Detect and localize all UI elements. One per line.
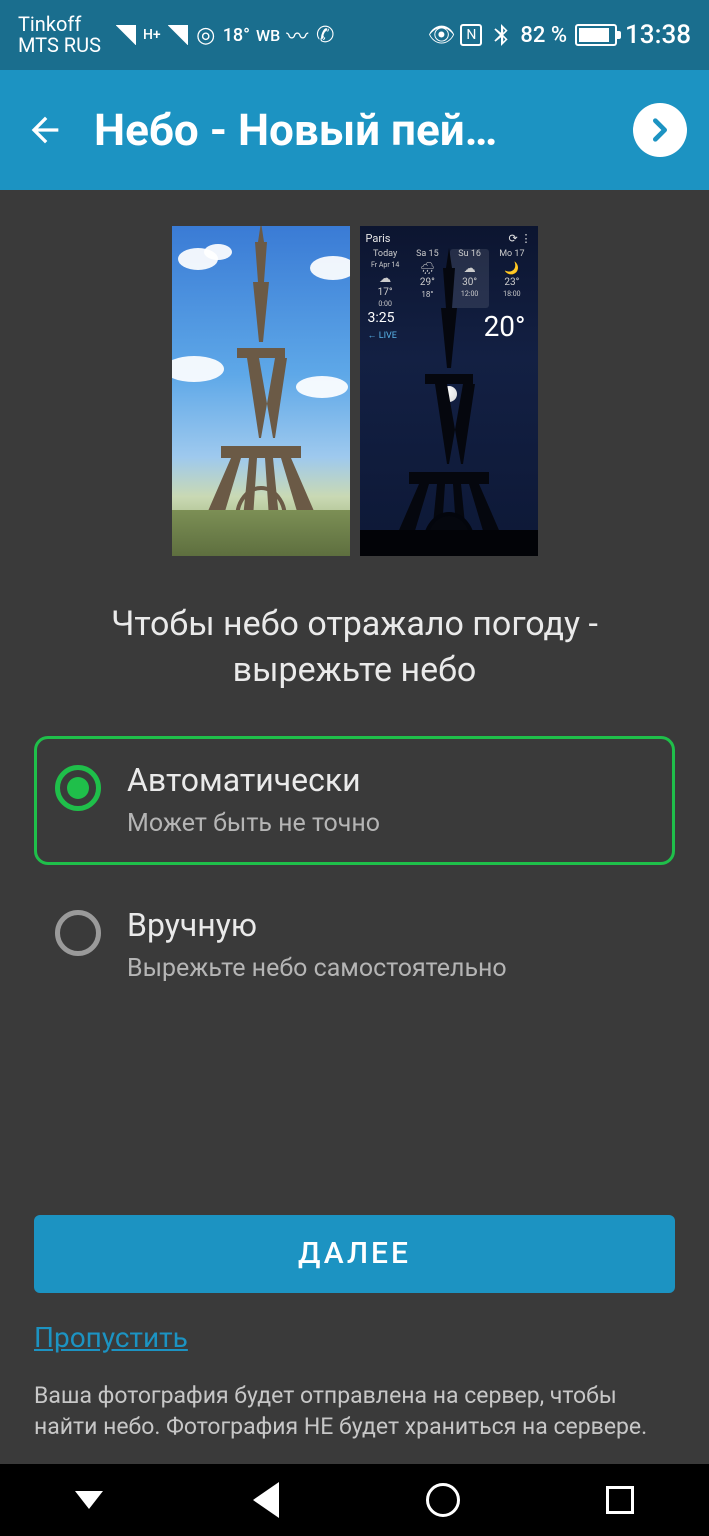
whatsapp-icon: ✆ xyxy=(314,24,336,46)
cta-label: ДАЛЕЕ xyxy=(298,1236,411,1271)
nav-recent-button[interactable] xyxy=(590,1470,650,1530)
option-manual-subtitle: Вырежьте небо самостоятельно xyxy=(127,954,507,983)
option-manual[interactable]: Вручную Вырежьте небо самостоятельно xyxy=(34,881,675,1010)
instruction-heading: Чтобы небо отражало погоду - вырежьте не… xyxy=(34,584,675,736)
option-manual-title: Вручную xyxy=(127,906,507,944)
eye-icon: 👁 xyxy=(430,24,452,46)
wb-label: WB xyxy=(256,26,280,45)
content-area: Paris ⟳ ⋮ TodayFr Apr 14☁17°0:00 Sa 15🌧2… xyxy=(0,190,709,1464)
option-auto-title: Автоматически xyxy=(127,761,380,799)
eiffel-tower-night-icon xyxy=(379,248,519,548)
battery-pct: 82 % xyxy=(520,23,567,48)
nfc-icon: N xyxy=(460,24,482,46)
preview-row: Paris ⟳ ⋮ TodayFr Apr 14☁17°0:00 Sa 15🌧2… xyxy=(34,190,675,584)
circle-home-icon xyxy=(426,1483,460,1517)
carrier-1: Tinkoff xyxy=(18,14,101,35)
next-button[interactable] xyxy=(633,103,687,157)
clock-label: 13:38 xyxy=(625,20,691,50)
nav-home-button[interactable] xyxy=(413,1470,473,1530)
nav-dropdown-button[interactable] xyxy=(59,1470,119,1530)
next-cta-button[interactable]: ДАЛЕЕ xyxy=(34,1215,675,1293)
signal-icon-2 xyxy=(167,24,189,46)
chevron-down-icon xyxy=(75,1491,103,1509)
hotspot-icon: ◎ xyxy=(195,24,217,46)
signal-sup: H+ xyxy=(143,27,161,43)
status-temp: 18° xyxy=(223,25,250,46)
disclaimer-text: Ваша фотография будет отправлена на серв… xyxy=(34,1380,675,1464)
triangle-back-icon xyxy=(253,1482,279,1518)
nav-back-button[interactable] xyxy=(236,1470,296,1530)
radio-auto[interactable] xyxy=(55,765,101,811)
signal-icon xyxy=(115,24,137,46)
battery-icon xyxy=(575,24,617,46)
system-nav-bar xyxy=(0,1464,709,1536)
status-bar: Tinkoff MTS RUS H+ ◎ 18° WB 〰 ✆ 👁 N 82 %… xyxy=(0,0,709,70)
preview-day xyxy=(172,226,350,556)
page-title: Небо - Новый пей… xyxy=(94,104,607,156)
app-bar: Небо - Новый пей… xyxy=(0,70,709,190)
wave-icon: 〰 xyxy=(286,24,308,46)
bluetooth-icon xyxy=(490,24,512,46)
eiffel-tower-icon xyxy=(191,226,331,522)
carrier-2: MTS RUS xyxy=(18,35,101,56)
option-auto-subtitle: Может быть не точно xyxy=(127,809,380,838)
preview-night: Paris ⟳ ⋮ TodayFr Apr 14☁17°0:00 Sa 15🌧2… xyxy=(360,226,538,556)
radio-manual[interactable] xyxy=(55,910,101,956)
option-auto[interactable]: Автоматически Может быть не точно xyxy=(34,736,675,865)
back-button[interactable] xyxy=(22,107,68,153)
square-recents-icon xyxy=(606,1486,634,1514)
skip-link[interactable]: Пропустить xyxy=(34,1321,188,1354)
carrier-labels: Tinkoff MTS RUS xyxy=(18,14,101,56)
